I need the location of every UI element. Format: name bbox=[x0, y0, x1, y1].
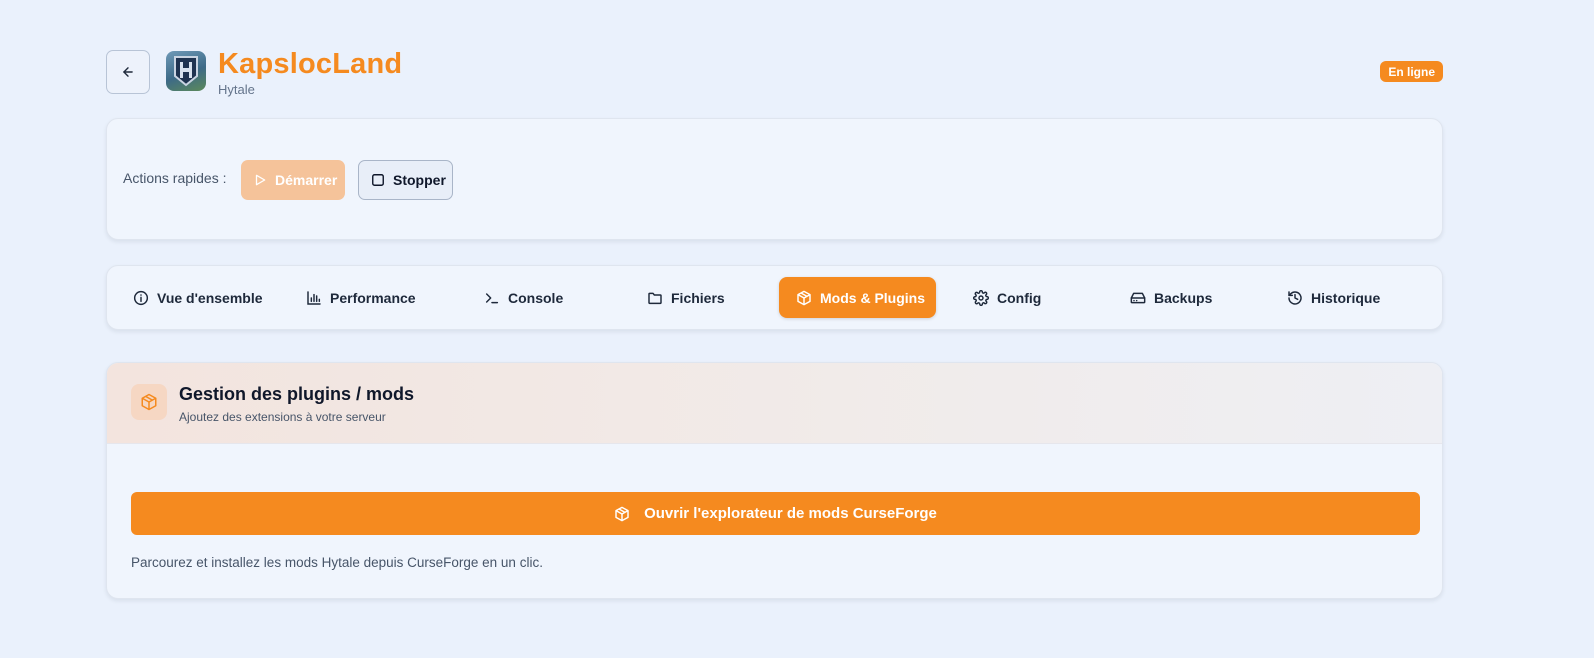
package-icon bbox=[614, 506, 630, 522]
quick-actions-label: Actions rapides : bbox=[123, 170, 227, 186]
tab-performance-label: Performance bbox=[330, 289, 416, 306]
tab-performance[interactable]: Performance bbox=[296, 277, 426, 318]
plugins-title: Gestion des plugins / mods bbox=[179, 384, 415, 404]
arrow-left-icon bbox=[121, 65, 135, 79]
open-curseforge-button[interactable]: Ouvrir l'explorateur de mods CurseForge bbox=[131, 492, 1420, 535]
tab-console-label: Console bbox=[508, 289, 564, 306]
quick-actions-card: Actions rapides : Démarrer Stopper bbox=[106, 118, 1443, 240]
hard-drive-icon bbox=[1130, 290, 1146, 306]
bar-chart-icon bbox=[306, 290, 322, 306]
info-icon bbox=[133, 290, 149, 306]
curseforge-help-text: Parcourez et installez les mods Hytale d… bbox=[131, 555, 543, 570]
tab-history[interactable]: Historique bbox=[1277, 277, 1390, 318]
folder-icon bbox=[647, 290, 663, 306]
stop-square-icon bbox=[371, 173, 385, 187]
tab-files-label: Fichiers bbox=[671, 289, 725, 306]
stop-button-label: Stopper bbox=[393, 172, 446, 188]
back-button[interactable] bbox=[106, 50, 150, 94]
game-logo bbox=[166, 51, 206, 91]
gear-icon bbox=[973, 289, 989, 306]
history-icon bbox=[1287, 290, 1303, 306]
tab-bar: Vue d'ensemble Performance Console Fichi… bbox=[106, 265, 1443, 330]
tab-mods-plugins-label: Mods & Plugins bbox=[820, 289, 925, 306]
tab-config[interactable]: Config bbox=[963, 277, 1051, 318]
package-icon bbox=[140, 393, 158, 411]
tab-history-label: Historique bbox=[1311, 289, 1381, 306]
status-badge: En ligne bbox=[1380, 61, 1443, 82]
stop-button[interactable]: Stopper bbox=[358, 160, 453, 200]
tab-console[interactable]: Console bbox=[474, 277, 573, 318]
start-button-label: Démarrer bbox=[275, 172, 338, 188]
package-icon bbox=[796, 290, 812, 306]
server-header: KapslocLand Hytale En ligne bbox=[106, 48, 1443, 98]
tab-overview-label: Vue d'ensemble bbox=[157, 289, 263, 306]
plugins-subtitle: Ajoutez des extensions à votre serveur bbox=[179, 410, 386, 424]
plugins-header-icon bbox=[131, 384, 167, 420]
tab-backups[interactable]: Backups bbox=[1120, 277, 1222, 318]
plugins-card: Gestion des plugins / mods Ajoutez des e… bbox=[106, 362, 1443, 599]
game-name: Hytale bbox=[218, 82, 255, 97]
plugins-card-header: Gestion des plugins / mods Ajoutez des e… bbox=[107, 363, 1442, 444]
tab-mods-plugins[interactable]: Mods & Plugins bbox=[779, 277, 936, 318]
start-button[interactable]: Démarrer bbox=[241, 160, 345, 200]
tab-files[interactable]: Fichiers bbox=[637, 277, 735, 318]
tab-config-label: Config bbox=[997, 289, 1042, 306]
terminal-icon bbox=[484, 290, 500, 306]
tab-backups-label: Backups bbox=[1154, 289, 1213, 306]
play-icon bbox=[253, 173, 267, 187]
tab-overview[interactable]: Vue d'ensemble bbox=[123, 277, 273, 318]
server-name: KapslocLand bbox=[218, 48, 403, 80]
open-curseforge-label: Ouvrir l'explorateur de mods CurseForge bbox=[644, 505, 937, 522]
